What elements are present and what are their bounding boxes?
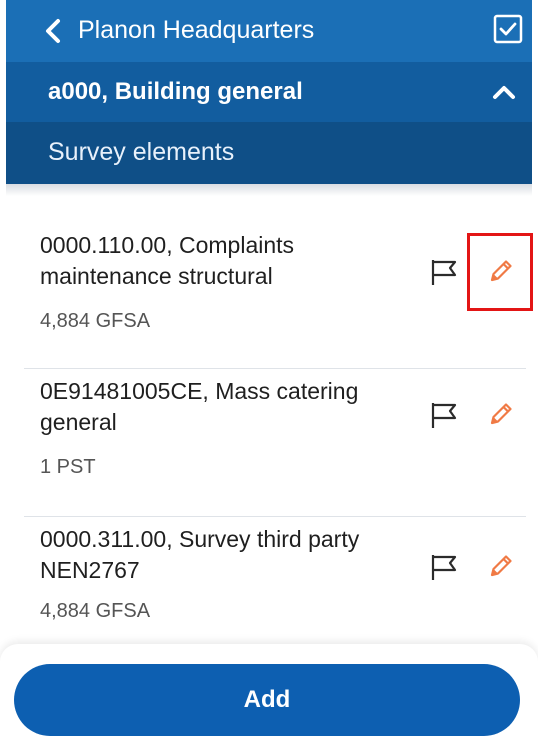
flag-button[interactable] <box>427 398 461 432</box>
item-title: 0000.110.00, Complaints maintenance stru… <box>40 232 295 289</box>
building-section-header[interactable]: a000, Building general <box>6 62 532 122</box>
add-button[interactable]: Add <box>14 664 520 736</box>
item-meta: 4,884 GFSA <box>40 310 151 332</box>
edit-highlight-box <box>467 233 533 311</box>
chevron-left-icon <box>46 19 60 43</box>
page-title: Planon Headquarters <box>78 16 315 44</box>
top-bar: Planon Headquarters <box>6 0 532 62</box>
flag-button[interactable] <box>427 255 461 289</box>
item-meta: 1 PST <box>40 456 96 478</box>
back-button[interactable] <box>40 16 66 46</box>
section-title: a000, Building general <box>48 78 303 105</box>
flag-icon <box>431 260 457 285</box>
subheader-title: Survey elements <box>48 138 235 166</box>
edit-button[interactable] <box>483 550 517 584</box>
list-item[interactable]: 0000.311.00, Survey third party NEN2767 … <box>24 516 526 664</box>
checkbox-checked-icon <box>493 14 523 44</box>
pencil-icon <box>490 403 512 425</box>
flag-icon <box>431 403 457 428</box>
flag-icon <box>431 555 457 580</box>
subheader: Survey elements <box>6 122 532 184</box>
chevron-up-icon <box>493 86 515 99</box>
subheader-shadow <box>6 184 532 196</box>
edit-button[interactable] <box>483 398 517 432</box>
pencil-icon <box>490 555 512 577</box>
flag-button[interactable] <box>427 550 461 584</box>
list-item[interactable]: 0E91481005CE, Mass catering general 1 PS… <box>24 368 526 517</box>
item-title: 0E91481005CE, Mass catering general <box>40 378 359 435</box>
item-meta: 4,884 GFSA <box>40 600 151 622</box>
collapse-button[interactable] <box>486 77 522 107</box>
select-checkbox[interactable] <box>492 13 524 45</box>
item-title: 0000.311.00, Survey third party NEN2767 <box>40 526 360 583</box>
list-item[interactable]: 0000.110.00, Complaints maintenance stru… <box>24 220 526 369</box>
